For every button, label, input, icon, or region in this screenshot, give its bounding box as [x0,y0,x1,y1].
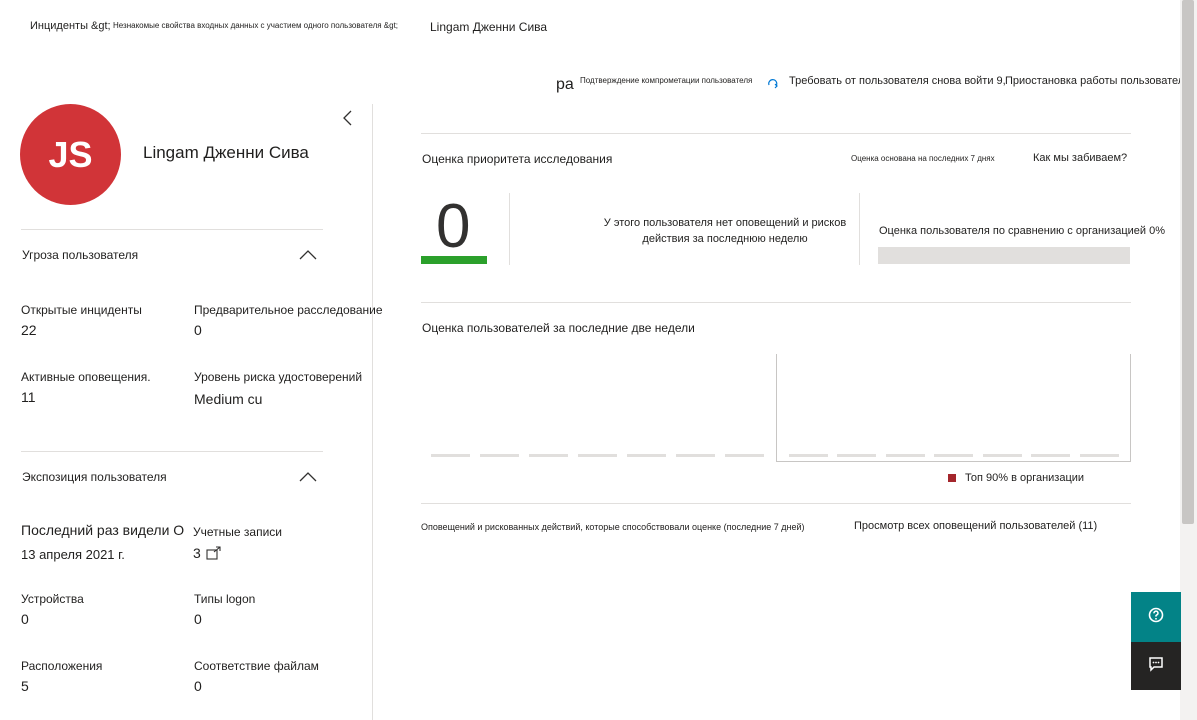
breadcrumb-current: Lingam Дженни Сива [430,20,548,34]
preliminary-investigation-label: Предварительное расследование [194,303,383,317]
divider [21,229,323,230]
scrollbar-thumb[interactable] [1182,0,1194,524]
org-compare-bar [878,247,1130,264]
day-bar [837,454,876,457]
score-divider [509,193,510,265]
file-matches-label: Соответствие файлам [194,659,319,673]
locations-value: 5 [21,678,29,694]
locations-label: Расположения [21,659,103,673]
chart-right-border [1130,354,1131,462]
feedback-icon [1148,656,1164,677]
file-matches-value: 0 [194,678,202,694]
pane-divider [372,104,373,720]
suspend-user-button[interactable]: Приостановка работы пользователя [1005,75,1190,87]
active-alerts-label: Активные оповещения. [21,370,151,384]
day-bar [480,454,519,457]
divider [421,133,1131,134]
today-marker [776,354,777,462]
view-all-alerts-link[interactable]: Просмотр всех оповещений пользователей (… [854,520,1097,532]
breadcrumb-incidents[interactable]: Инциденты &gt; [30,20,111,32]
day-bar [431,454,470,457]
score-basis-note: Оценка основана на последних 7 днях [851,154,995,163]
active-alerts-value[interactable]: 11 [21,389,36,405]
two-weeks-chart-title: Оценка пользователей за последние две не… [422,321,695,335]
compare-divider [859,193,860,265]
contributing-alerts-label: Оповещений и рискованных действий, котор… [421,522,805,532]
day-bar [1031,454,1070,457]
legend-swatch [948,474,956,482]
last-seen-label: Последний раз видели О [21,522,185,538]
day-bar [725,454,764,457]
divider [421,503,1131,504]
no-alerts-message: У этого пользователя нет оповещений и ри… [603,217,847,245]
day-bar [789,454,828,457]
day-bar [578,454,617,457]
identity-risk-value: Medium cu [194,391,263,407]
preliminary-investigation-value: 0 [194,322,202,338]
accounts-label: Учетные записи [193,525,282,539]
day-bar [886,454,925,457]
chevron-up-icon[interactable] [299,248,317,266]
devices-label: Устройства [21,592,84,606]
last-seen-value: 13 апреля 2021 г. [21,547,125,562]
threat-section-title: Угроза пользователя [22,248,139,262]
confirm-compromised-button[interactable]: Подтверждение компрометации пользователя [580,76,752,85]
legend-label: Топ 90% в организации [965,472,1085,484]
logon-types-label: Типы logon [194,592,256,606]
identity-risk-label: Уровень риска удостоверений [194,370,363,384]
chevron-up-icon[interactable] [299,470,317,488]
help-icon [1148,607,1164,628]
divider [421,302,1131,303]
divider [21,451,323,452]
chart-baseline [776,461,1131,462]
avatar: JS [20,104,121,205]
exposure-section-title: Экспозиция пользователя [22,470,167,484]
how-we-score-link[interactable]: Как мы забиваем? [1033,152,1127,164]
avatar-initials: JS [48,133,93,175]
action-prefix: pa [556,76,574,93]
feedback-button[interactable] [1131,642,1181,690]
priority-score-title: Оценка приоритета исследования [422,152,613,166]
devices-value: 0 [21,611,29,627]
two-weeks-chart [421,354,1132,464]
day-bar [627,454,666,457]
priority-score-bar [421,256,487,264]
open-incidents-label: Открытые инциденты [21,303,142,317]
help-button[interactable] [1131,592,1181,642]
external-link-icon[interactable] [206,546,222,565]
user-name: Lingam Дженни Сива [143,143,309,162]
day-bar [1080,454,1119,457]
day-bar [983,454,1022,457]
breadcrumb-alert[interactable]: Незнакомые свойства входных данных с уча… [113,21,398,30]
org-compare-label: Оценка пользователя по сравнению с орган… [879,225,1166,237]
require-signin-button[interactable]: Требовать от пользователя снова войти 9, [789,75,1006,87]
priority-score-value: 0 [436,192,471,261]
open-incidents-value[interactable]: 22 [21,322,37,338]
refresh-user-icon [766,76,780,95]
chevron-left-icon[interactable] [342,110,354,131]
logon-types-value: 0 [194,611,202,627]
day-bar [676,454,715,457]
day-bar [529,454,568,457]
accounts-value[interactable]: 3 [193,545,201,561]
day-bar [934,454,973,457]
